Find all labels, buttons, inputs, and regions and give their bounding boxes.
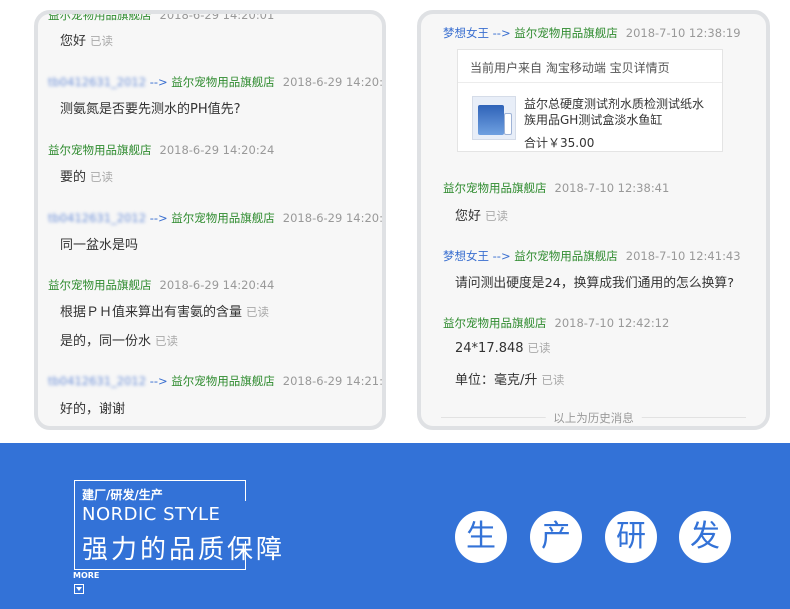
product-bottle-image [504, 113, 512, 135]
message-header: 梦想女王 --> 益尔宠物用品旗舰店 2018-7-10 12:41:43 [443, 248, 741, 264]
read-status: 已读 [155, 334, 179, 348]
message-time: 2018-6-29 14:20:44 [159, 278, 275, 292]
message-receiver: 益尔宠物用品旗舰店 [171, 374, 275, 388]
message-arrow: --> [149, 211, 168, 225]
message-header: tb0412631_2012 --> 益尔宠物用品旗舰店 2018-6-29 14… [48, 210, 383, 226]
message-time: 2018-6-29 14:20: [282, 211, 383, 225]
message-sender: tb0412631_2012 [48, 374, 147, 388]
message-text: 您好 [60, 34, 87, 49]
message-header: 益尔宠物用品旗舰店 2018-6-29 14:20:01 [48, 10, 275, 23]
message-arrow: --> [492, 26, 511, 40]
message-text: 要的 [60, 170, 87, 185]
product-card[interactable]: 当前用户来自 淘宝移动端 宝贝详情页 益尔总硬度测试剂水质检测试纸水族用品GH测… [457, 49, 723, 152]
message-sender: 益尔宠物用品旗舰店 [48, 143, 152, 157]
message-body: 根据ＰＨ值来算出有害氨的含量 已读 [60, 301, 269, 320]
chat-history-panel-right: 梦想女王 --> 益尔宠物用品旗舰店 2018-7-10 12:38:19 当前用… [417, 10, 770, 430]
product-price: 合计￥35.00 [524, 136, 595, 150]
message-time: 2018-7-10 12:38:41 [554, 181, 670, 195]
message-body: 要的 已读 [60, 166, 113, 185]
message-text: 单位：毫克/升 [455, 373, 538, 388]
message-header: 梦想女王 --> 益尔宠物用品旗舰店 2018-7-10 12:38:19 [443, 25, 741, 41]
message-text: 请问测出硬度是24，换算成我们通用的怎么换算? [455, 276, 735, 291]
message-header: 益尔宠物用品旗舰店 2018-7-10 12:38:41 [443, 180, 669, 196]
message-body: 请问测出硬度是24，换算成我们通用的怎么换算? [455, 272, 734, 291]
circle-badge-sheng: 生 [455, 511, 507, 563]
message-text: 是的，同一份水 [60, 334, 152, 349]
message-text: 好的，谢谢 [60, 402, 126, 417]
message-header: 益尔宠物用品旗舰店 2018-6-29 14:20:44 [48, 277, 274, 293]
message-receiver: 益尔宠物用品旗舰店 [171, 75, 275, 89]
card-source: 当前用户来自 淘宝移动端 宝贝详情页 [470, 61, 670, 75]
more-link[interactable]: MORE [73, 571, 99, 580]
banner-tagline: 建厂/研发/生产 [82, 488, 163, 502]
banner-slogan-cn: 强力的品质保障 [82, 535, 286, 565]
message-body: 您好 已读 [60, 30, 113, 49]
message-text: 同一盆水是吗 [60, 238, 139, 253]
message-text: 根据ＰＨ值来算出有害氨的含量 [60, 305, 243, 320]
read-status: 已读 [541, 373, 565, 387]
message-time: 2018-7-10 12:41:43 [625, 249, 741, 263]
message-body: 您好 已读 [455, 205, 508, 224]
history-label: 以上为历史消息 [545, 410, 642, 426]
message-sender: 益尔宠物用品旗舰店 [443, 181, 547, 195]
message-arrow: --> [492, 249, 511, 263]
product-box-image [478, 105, 504, 135]
message-text: 24*17.848 [455, 341, 524, 356]
banner-slogan-en: NORDIC STYLE [82, 504, 221, 525]
message-time: 2018-6-29 14:20: [282, 75, 383, 89]
message-sender: 梦想女王 [443, 249, 489, 263]
message-sender: 益尔宠物用品旗舰店 [48, 10, 152, 22]
message-body: 是的，同一份水 已读 [60, 330, 178, 349]
chat-history-panel-left: 益尔宠物用品旗舰店 2018-6-29 14:20:01 您好 已读 tb04126… [34, 10, 386, 430]
read-status: 已读 [246, 305, 270, 319]
message-time: 2018-6-29 14:20:24 [159, 143, 275, 157]
message-text: 测氨氮是否要先测水的PH值先? [60, 102, 241, 117]
circle-badge-fa: 发 [679, 511, 731, 563]
message-sender: tb0412631_2012 [48, 211, 147, 225]
read-status: 已读 [485, 209, 509, 223]
message-header: 益尔宠物用品旗舰店 2018-7-10 12:42:12 [443, 315, 669, 331]
product-title[interactable]: 益尔总硬度测试剂水质检测试纸水族用品GH测试盒淡水鱼缸 [524, 96, 714, 128]
message-text: 您好 [455, 209, 482, 224]
message-body: 测氨氮是否要先测水的PH值先? [60, 98, 241, 117]
message-sender: tb0412631_2012 [48, 75, 147, 89]
message-time: 2018-6-29 14:21: [282, 374, 383, 388]
message-body: 24*17.848 已读 [455, 340, 551, 356]
message-time: 2018-7-10 12:42:12 [554, 316, 670, 330]
card-divider [458, 82, 722, 83]
message-body: 好的，谢谢 [60, 398, 125, 417]
message-header: 益尔宠物用品旗舰店 2018-6-29 14:20:24 [48, 142, 274, 158]
message-body: 单位：毫克/升 已读 [455, 369, 564, 388]
message-time: 2018-6-29 14:20:01 [159, 10, 275, 22]
message-arrow: --> [149, 75, 168, 89]
message-arrow: --> [149, 374, 168, 388]
message-sender: 益尔宠物用品旗舰店 [443, 316, 547, 330]
message-header: tb0412631_2012 --> 益尔宠物用品旗舰店 2018-6-29 14… [48, 373, 383, 389]
circle-badge-yan: 研 [605, 511, 657, 563]
message-sender: 梦想女王 [443, 26, 489, 40]
message-header: tb0412631_2012 --> 益尔宠物用品旗舰店 2018-6-29 14… [48, 74, 383, 90]
message-time: 2018-7-10 12:38:19 [625, 26, 741, 40]
read-status: 已读 [527, 341, 551, 355]
promo-banner: 建厂/研发/生产 NORDIC STYLE 强力的品质保障 MORE 生 产 研… [0, 443, 790, 609]
message-body: 同一盆水是吗 [60, 234, 138, 253]
chevron-down-box-icon[interactable] [74, 584, 84, 594]
circle-badge-chan: 产 [530, 511, 582, 563]
message-receiver: 益尔宠物用品旗舰店 [514, 26, 618, 40]
message-receiver: 益尔宠物用品旗舰店 [514, 249, 618, 263]
message-sender: 益尔宠物用品旗舰店 [48, 278, 152, 292]
read-status: 已读 [90, 170, 114, 184]
message-receiver: 益尔宠物用品旗舰店 [171, 211, 275, 225]
product-thumbnail[interactable] [472, 96, 516, 140]
read-status: 已读 [90, 34, 114, 48]
